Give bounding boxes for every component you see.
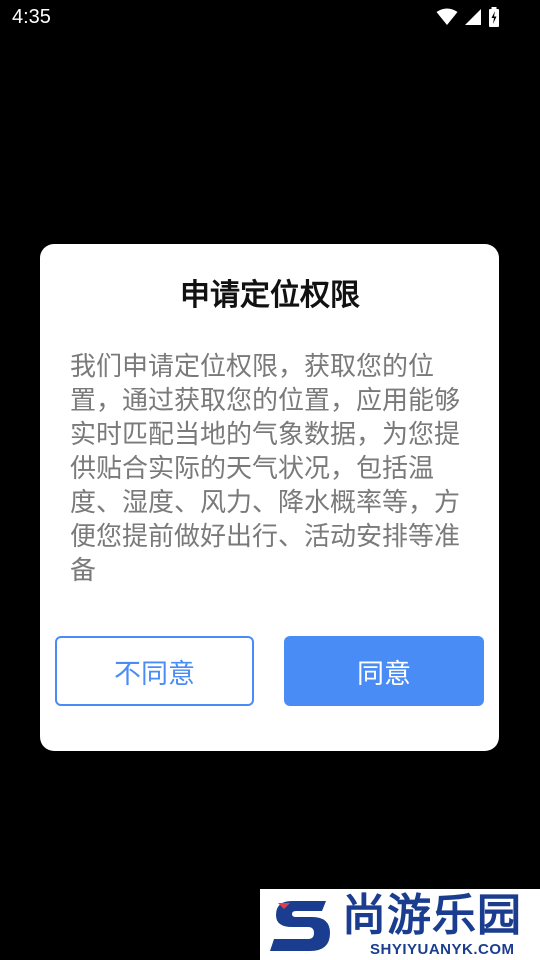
battery-charging-icon: [488, 7, 500, 27]
watermark-url: SHYIYUANYK.COM: [370, 941, 515, 958]
wifi-icon: [436, 8, 458, 26]
screen: 4:35 申请定位权限 我们申请定位权限，获取您的位置，通过获取您的位置，应用能…: [0, 0, 540, 960]
watermark-logo-icon: [268, 895, 336, 959]
status-bar: 4:35: [0, 0, 540, 36]
cell-signal-icon: [464, 8, 482, 26]
status-icons: [436, 7, 500, 27]
dialog-message: 我们申请定位权限，获取您的位置，通过获取您的位置，应用能够实时匹配当地的气象数据…: [70, 352, 461, 586]
agree-button[interactable]: 同意: [284, 636, 484, 706]
watermark-name: 尚游乐园: [342, 890, 522, 941]
dialog-title: 申请定位权限: [180, 278, 360, 313]
status-time: 4:35: [12, 6, 51, 28]
watermark: 尚游乐园 SHYIYUANYK.COM: [260, 889, 540, 960]
disagree-button[interactable]: 不同意: [55, 636, 254, 706]
